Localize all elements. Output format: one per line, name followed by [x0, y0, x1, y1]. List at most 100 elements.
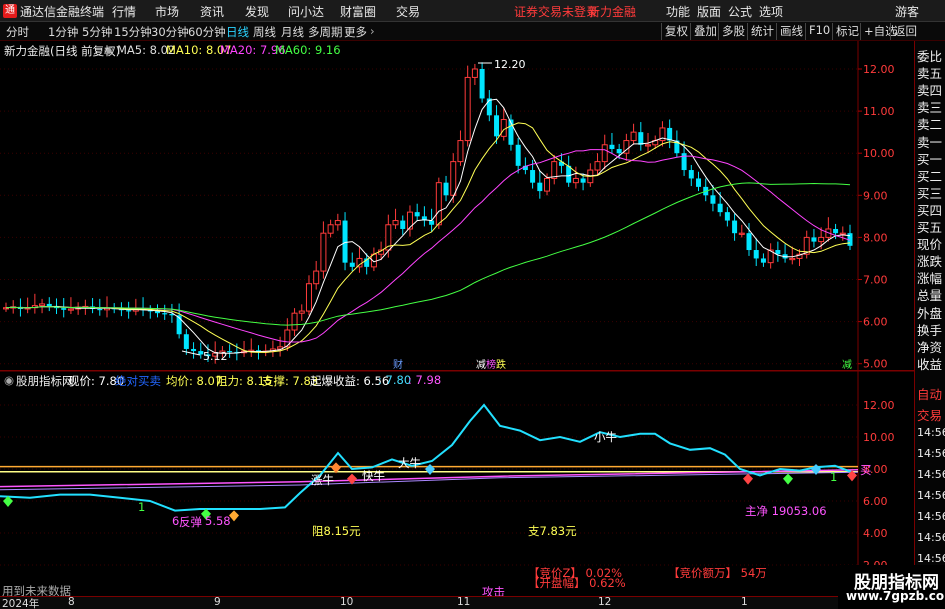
- price-tick-label: 11.00: [863, 105, 895, 118]
- candle-body-up: [291, 312, 298, 331]
- date-axis: 2024年 8 9 10 11 12 1: [0, 596, 945, 609]
- candle-body-down: [746, 233, 752, 251]
- candle-body-down: [710, 195, 716, 204]
- menu-options[interactable]: 选项: [759, 3, 783, 20]
- candle-body-up: [500, 119, 507, 137]
- period-60min[interactable]: 60分钟: [188, 24, 226, 40]
- menu-discover[interactable]: 发现: [245, 3, 269, 20]
- ann-support: 支7.83元: [528, 524, 577, 538]
- period-monthly[interactable]: 月线: [281, 24, 304, 40]
- tick-time-label: 14:56: [917, 426, 945, 439]
- candle-body-up: [406, 211, 413, 230]
- candle-body-down: [537, 182, 543, 192]
- menu-news[interactable]: 资讯: [200, 3, 224, 20]
- ann-bid-amount: 【竞价额万】 54万: [668, 566, 767, 580]
- candle-body-down: [486, 98, 492, 116]
- ann-resist: 阻8.15元: [312, 524, 361, 538]
- candle-body-up: [450, 161, 457, 196]
- price-tick-label: 5.00: [863, 358, 888, 371]
- period-1min[interactable]: 1分钟: [48, 24, 78, 40]
- menu-trade[interactable]: 交易: [396, 3, 420, 20]
- toolbar-adjust[interactable]: 复权: [661, 23, 691, 40]
- candle-body-up: [630, 131, 637, 142]
- menu-wealth[interactable]: 财富圈: [340, 3, 376, 20]
- event-marker-fall: 跌: [496, 358, 506, 371]
- toolbar-draw[interactable]: 画线: [776, 23, 806, 40]
- period-more[interactable]: 更多: [344, 24, 367, 40]
- toolbar-back[interactable]: 返回: [890, 23, 920, 40]
- axis-year: 2024年: [2, 598, 40, 609]
- kline-chart[interactable]: 12.00 11.00 10.00 9.00 8.00 7.00 6.00 5.00 12.20…: [0, 41, 914, 371]
- indicator-panel[interactable]: 12.0010.008.006.004.002.00 ◉ 股朋指标网 现价: 7…: [0, 371, 914, 599]
- period-15min[interactable]: 15分钟: [114, 24, 152, 40]
- candle-body-up: [738, 232, 745, 235]
- auto-trade-label[interactable]: 交易: [917, 405, 945, 424]
- toolbar-stats[interactable]: 统计: [747, 23, 777, 40]
- menu-function[interactable]: 功能: [666, 3, 690, 20]
- stock-notice[interactable]: 新力金融: [588, 3, 636, 20]
- period-timeshare[interactable]: 分时: [6, 24, 29, 40]
- period-30min[interactable]: 30分钟: [151, 24, 189, 40]
- ann-da-niu: 大牛: [398, 456, 421, 470]
- candle-body-down: [811, 237, 817, 242]
- menu-guest[interactable]: 游客: [895, 3, 919, 20]
- ann-one2: 1: [830, 470, 838, 484]
- candle-body-down: [566, 165, 572, 183]
- candle-body-down: [515, 144, 521, 166]
- ann-one1: 1: [138, 500, 146, 514]
- period-5min[interactable]: 5分钟: [82, 24, 112, 40]
- candle-body-down: [753, 250, 759, 259]
- ind-avg: 均价: 8.07: [166, 374, 223, 388]
- candle-body-up: [839, 232, 846, 235]
- candle-body-down: [126, 310, 132, 312]
- price-tick-label: 6.00: [863, 316, 888, 329]
- stock-period-label: 新力金融(日线 前复权): [4, 44, 121, 58]
- menu-market[interactable]: 市场: [155, 3, 179, 20]
- candle-body-down: [443, 182, 449, 196]
- menu-quotes[interactable]: 行情: [112, 3, 136, 20]
- candle-body-up: [818, 236, 825, 243]
- menu-layout[interactable]: 版面: [697, 3, 721, 20]
- candle-body-down: [191, 348, 197, 352]
- kline-panel[interactable]: 12.00 11.00 10.00 9.00 8.00 7.00 6.00 5.00 12.20…: [0, 41, 914, 371]
- ma-toggle-icon[interactable]: ◉: [104, 43, 114, 57]
- low-price-label: 5.12: [203, 350, 228, 363]
- chevron-right-icon[interactable]: ›: [370, 24, 375, 38]
- ma60-line: [5, 182, 851, 326]
- event-marker-reduce-2: 减: [842, 359, 852, 371]
- candle-body-down: [717, 203, 723, 213]
- event-marker-finance: 财: [393, 358, 403, 371]
- ann-kuai-niu: 快牛: [362, 469, 385, 483]
- indicator-toggle-icon[interactable]: ◉: [4, 373, 14, 387]
- ann-open-amp: 【开盘幅】 0.62%: [528, 576, 626, 590]
- event-marker-reduce: 减: [476, 359, 486, 371]
- candle-body-down: [696, 178, 702, 187]
- tick-time-label: 14:56: [917, 552, 945, 565]
- tick-time-label: 14:56: [917, 468, 945, 481]
- ind-tick-label: 12.00: [863, 399, 895, 412]
- candle-body-down: [479, 69, 485, 99]
- ind-absolute: 绝对买卖: [115, 374, 161, 388]
- menu-ask[interactable]: 问小达: [288, 3, 324, 20]
- auto-trade-label[interactable]: 自动: [917, 384, 945, 403]
- signal-diamond-blue: [425, 464, 435, 475]
- candle-body-up: [457, 140, 464, 163]
- toolbar-overlay[interactable]: 叠加: [690, 23, 720, 40]
- candle-body-down: [616, 148, 622, 154]
- ann-main-net: 主净 19053.06: [745, 504, 827, 518]
- tick-time-label: 14:56: [917, 489, 945, 502]
- period-weekly[interactable]: 周线: [253, 24, 276, 40]
- ann-buy: 买: [860, 463, 872, 477]
- period-multi[interactable]: 多周期: [308, 24, 343, 40]
- signal-diamond-red: [743, 473, 753, 485]
- toolbar-mark[interactable]: 标记: [832, 23, 862, 40]
- toolbar-f10[interactable]: F10: [805, 23, 833, 40]
- candle-body-down: [688, 170, 694, 179]
- menu-formula[interactable]: 公式: [728, 3, 752, 20]
- period-daily[interactable]: 日线: [226, 24, 249, 40]
- toolbar-multi[interactable]: 多股: [718, 23, 748, 40]
- login-notice[interactable]: 证券交易未登录: [514, 3, 598, 20]
- candle-body-up: [645, 144, 652, 147]
- candle-body-up: [594, 161, 601, 171]
- indicator-chart[interactable]: 12.0010.008.006.004.002.00: [0, 371, 914, 596]
